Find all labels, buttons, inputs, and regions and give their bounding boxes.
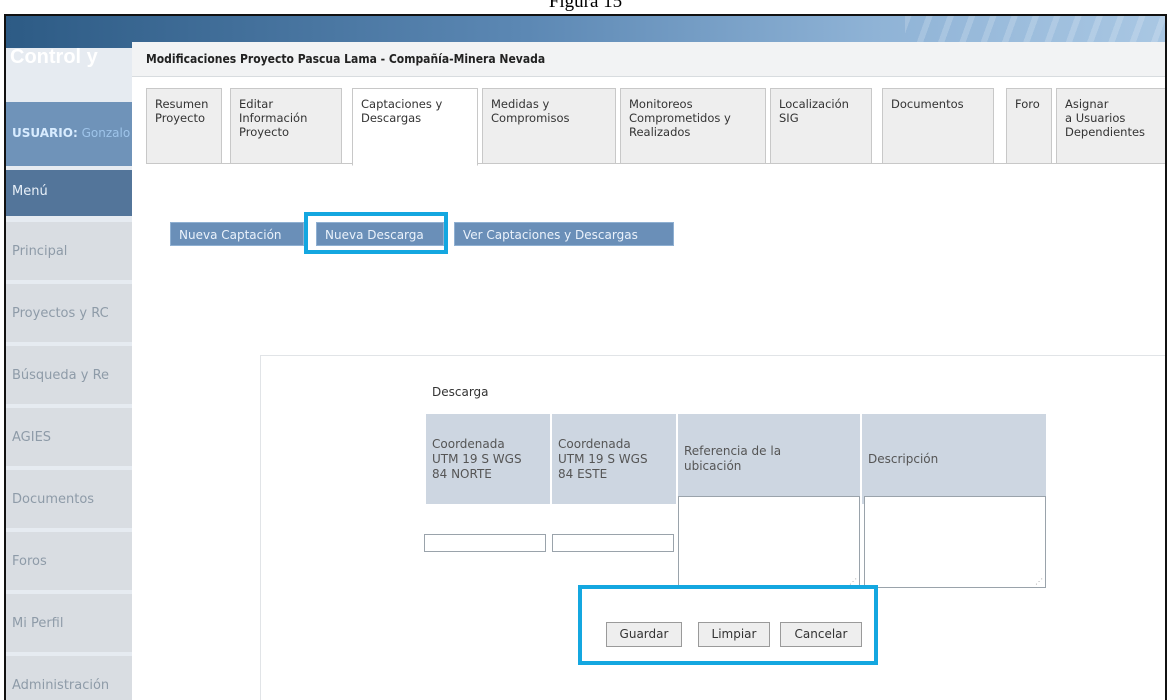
column-header-line: Descripción xyxy=(868,451,939,466)
coordenada-norte-input[interactable] xyxy=(424,534,546,552)
sidebar-item-administracion[interactable]: Administración xyxy=(6,656,136,700)
tab-label-line: Foro xyxy=(1015,97,1040,111)
tab-editar-informacion[interactable]: Editar Información Proyecto xyxy=(230,88,342,164)
sidebar-item-busqueda[interactable]: Búsqueda y Re xyxy=(6,346,136,404)
column-header-line: UTM 19 S WGS xyxy=(558,451,648,466)
tab-label-line: Descargas xyxy=(361,111,422,125)
descripcion-textarea[interactable]: ⋰ xyxy=(864,496,1046,588)
referencia-ubicacion-textarea[interactable]: ⋰ xyxy=(678,496,860,588)
column-header-este: Coordenada UTM 19 S WGS 84 ESTE xyxy=(552,414,676,504)
column-header-line: Coordenada xyxy=(558,436,631,451)
main-panel: Modificaciones Proyecto Pascua Lama - Co… xyxy=(132,42,1165,700)
descarga-table: Coordenada UTM 19 S WGS 84 NORTE Coorden… xyxy=(424,412,1048,506)
nueva-captacion-button[interactable]: Nueva Captación xyxy=(170,222,304,246)
tab-label-line: Dependientes xyxy=(1065,125,1146,139)
column-header-line: 84 NORTE xyxy=(432,466,492,481)
app-window: Control y USUARIO: Gonzalo Menú Principa… xyxy=(4,14,1167,700)
column-header-line: Referencia de la xyxy=(684,444,782,458)
tab-medidas-compromisos[interactable]: Medidas y Compromisos xyxy=(482,88,616,164)
tab-label-line: Proyecto xyxy=(239,125,289,139)
tab-label-line: Proyecto xyxy=(155,111,205,125)
column-header-line: Coordenada xyxy=(432,436,505,451)
tab-label-line: Localización xyxy=(779,97,849,111)
tab-label-line: Monitoreos xyxy=(629,97,693,111)
sidebar-menu: Principal Proyectos y RC Búsqueda y Re A… xyxy=(6,222,136,700)
resize-grip-icon[interactable]: ⋰ xyxy=(1035,578,1043,586)
tab-documentos[interactable]: Documentos xyxy=(882,88,994,164)
tab-label-line: Información xyxy=(239,111,308,125)
tab-label-line: Resumen xyxy=(155,97,209,111)
tab-label-line: SIG xyxy=(779,111,799,125)
column-header-line: UTM 19 S WGS xyxy=(432,451,522,466)
tab-monitoreos[interactable]: Monitoreos Comprometidos y Realizados xyxy=(620,88,766,164)
tab-foro[interactable]: Foro xyxy=(1006,88,1052,164)
sidebar-item-proyectos[interactable]: Proyectos y RC xyxy=(6,284,136,342)
user-box: USUARIO: Gonzalo xyxy=(6,102,136,166)
highlight-box-nueva-descarga xyxy=(304,212,448,254)
sidebar-item-label: Mi Perfil xyxy=(12,616,64,631)
sidebar-item-documentos[interactable]: Documentos xyxy=(6,470,136,528)
sidebar-item-label: Foros xyxy=(12,554,47,569)
tab-resumen-proyecto[interactable]: Resumen Proyecto xyxy=(146,88,222,164)
column-header-norte: Coordenada UTM 19 S WGS 84 NORTE xyxy=(426,414,550,504)
tab-localizacion-sig[interactable]: Localización SIG xyxy=(770,88,872,164)
user-label: USUARIO: xyxy=(12,126,78,140)
sidebar-item-label: Proyectos y RC xyxy=(12,306,109,321)
sidebar-item-foros[interactable]: Foros xyxy=(6,532,136,590)
sidebar-item-label: Principal xyxy=(12,244,68,259)
app-title: Control y xyxy=(10,46,98,68)
user-label-row: USUARIO: Gonzalo xyxy=(12,126,130,140)
tab-asignar-usuarios[interactable]: Asignar a Usuarios Dependientes xyxy=(1056,88,1165,164)
tab-label-line: Editar xyxy=(239,97,274,111)
tab-label-line: Captaciones y xyxy=(361,97,443,111)
menu-header-label: Menú xyxy=(12,184,48,199)
user-name: Gonzalo xyxy=(81,126,131,140)
sidebar-item-agies[interactable]: AGIES xyxy=(6,408,136,466)
figure-caption-text: Figura 15 xyxy=(548,0,623,12)
panel-header: Modificaciones Proyecto Pascua Lama - Co… xyxy=(132,42,1165,77)
tab-label-line: Medidas y xyxy=(491,97,550,111)
tab-label-line: Asignar xyxy=(1065,97,1109,111)
column-header-referencia: Referencia de la ubicación xyxy=(678,414,860,504)
column-header-line: ubicación xyxy=(684,459,742,473)
figure-caption: Figura 15 xyxy=(0,0,1171,14)
menu-header[interactable]: Menú xyxy=(6,170,136,216)
sidebar-item-label: Administración xyxy=(12,678,110,693)
table-header-row: Coordenada UTM 19 S WGS 84 NORTE Coorden… xyxy=(426,414,1046,504)
sidebar-item-label: AGIES xyxy=(12,430,52,445)
page-title: Modificaciones Proyecto Pascua Lama - Co… xyxy=(146,52,546,66)
tab-label-line: Compromisos xyxy=(491,111,570,125)
sidebar-item-label: Documentos xyxy=(12,492,95,507)
column-header-descripcion: Descripción xyxy=(862,414,1046,504)
sidebar-item-principal[interactable]: Principal xyxy=(6,222,136,280)
form-title: Descarga xyxy=(432,385,489,399)
tab-label-line: Documentos xyxy=(891,97,964,111)
column-header-line: 84 ESTE xyxy=(558,466,608,481)
ver-captaciones-descargas-button[interactable]: Ver Captaciones y Descargas xyxy=(454,222,674,246)
sidebar-item-mi-perfil[interactable]: Mi Perfil xyxy=(6,594,136,652)
tab-label-line: Realizados xyxy=(629,125,691,139)
tab-label-line: Comprometidos y xyxy=(629,111,731,125)
sidebar-item-label: Búsqueda y Re xyxy=(12,368,110,383)
coordenada-este-input[interactable] xyxy=(552,534,674,552)
tab-captaciones-descargas[interactable]: Captaciones y Descargas xyxy=(352,88,478,166)
tab-label-line: a Usuarios xyxy=(1065,111,1126,125)
highlight-box-form-buttons xyxy=(578,585,878,665)
